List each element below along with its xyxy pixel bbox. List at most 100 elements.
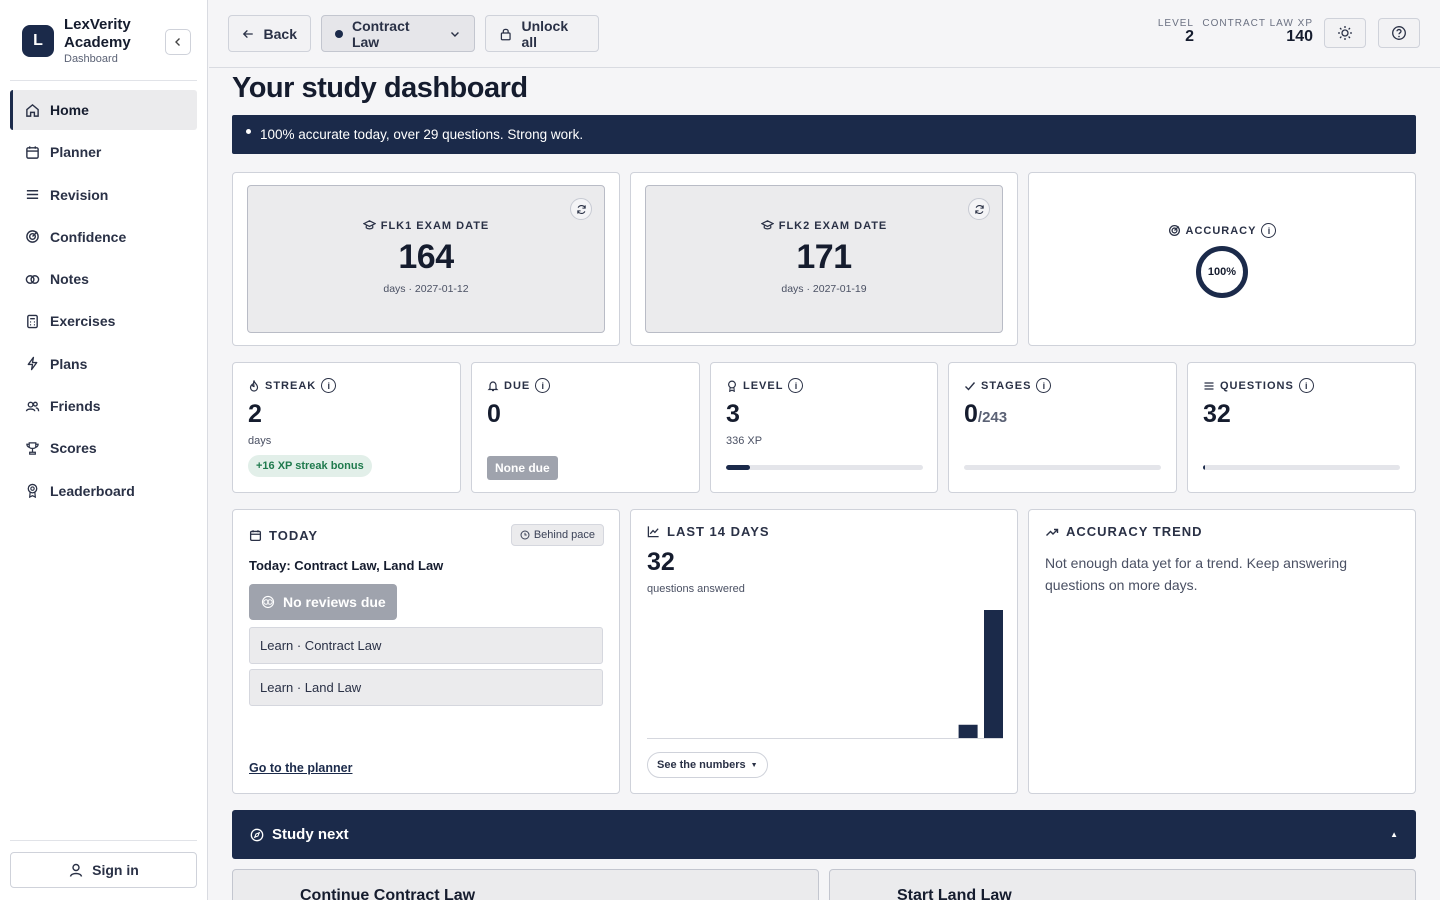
sidebar-item-label: Revision (50, 186, 109, 203)
info-icon[interactable]: i (321, 378, 337, 393)
brain-icon (24, 271, 40, 287)
stages-progress-bar (964, 465, 1161, 470)
today-title: TODAY (249, 528, 318, 543)
continue-contract-law-card[interactable]: Continue Contract Law (232, 869, 819, 900)
sidebar-item-confidence[interactable]: Confidence (10, 217, 197, 257)
see-the-numbers-label: See the numbers (657, 759, 746, 771)
banner-text: 100% accurate today, over 29 questions. … (260, 127, 584, 142)
flk2-days-value: 171 (796, 238, 852, 276)
accuracy-value: 100% (1207, 266, 1237, 278)
sidebar-item-label: Confidence (50, 228, 127, 245)
brand-logo: L (22, 25, 54, 57)
sidebar-item-friends[interactable]: Friends (10, 386, 197, 426)
sidebar-item-label: Friends (50, 398, 101, 415)
unlock-all-button[interactable]: Unlock all (485, 15, 599, 52)
status-banner: 100% accurate today, over 29 questions. … (232, 115, 1416, 154)
questions-answered-value: 32 (647, 548, 675, 576)
accuracy-label: ACCURACY i (1029, 223, 1415, 238)
info-icon[interactable]: i (535, 378, 551, 393)
task-item[interactable]: Learn · Contract Law (249, 627, 603, 664)
study-next-header[interactable]: Study next ▲ (232, 810, 1416, 859)
sidebar-item-notes[interactable]: Notes (10, 259, 197, 299)
accuracy-trend-card: ACCURACY TREND Not enough data yet for a… (1028, 509, 1416, 794)
streak-label-text: STREAK (265, 379, 317, 392)
refresh-button[interactable] (570, 198, 592, 220)
theme-toggle-button[interactable] (1324, 18, 1366, 48)
task-item[interactable]: Learn · Land Law (249, 669, 603, 706)
info-icon[interactable]: i (1036, 378, 1052, 393)
sign-in-button[interactable]: Sign in (10, 852, 197, 888)
go-to-planner-link[interactable]: Go to the planner (249, 761, 352, 775)
info-icon[interactable]: i (1298, 378, 1314, 393)
due-label-text: DUE (504, 379, 531, 392)
streak-unit: days (248, 435, 272, 447)
collapse-sidebar-button[interactable] (165, 29, 191, 55)
brand-subtitle: Dashboard (64, 53, 118, 65)
info-icon[interactable]: i (788, 378, 804, 393)
questions-value: 32 (1203, 400, 1231, 428)
info-icon[interactable]: i (1261, 223, 1277, 238)
last-14-days-title: LAST 14 DAYS (647, 524, 770, 539)
chart-bar (984, 610, 1003, 738)
sidebar-item-label: Exercises (50, 313, 116, 330)
accuracy-ring: 100% (1196, 246, 1248, 298)
last-14-days-chart (647, 610, 1003, 739)
flk1-exam-card: FLK1 EXAM DATE 164 days · 2027-01-12 (232, 172, 620, 346)
caret-down-icon: ▼ (750, 761, 758, 769)
target-icon (1168, 224, 1180, 237)
subject-label: Contract Law (351, 17, 410, 50)
refresh-button[interactable] (968, 198, 990, 220)
sidebar-item-label: Notes (50, 271, 89, 288)
sun-icon (1338, 26, 1352, 40)
due-label: DUE i (487, 378, 551, 393)
sidebar-item-home[interactable]: Home (10, 90, 197, 130)
arrow-left-icon (242, 29, 253, 38)
chart-bar (958, 724, 978, 738)
flk2-exam-panel: FLK2 EXAM DATE 171 days · 2027-01-19 (645, 185, 1003, 333)
calendar-icon (24, 144, 40, 160)
flk1-days-value: 164 (398, 238, 454, 276)
sidebar-item-label: Planner (50, 144, 102, 161)
pace-badge: Behind pace (510, 524, 604, 546)
level-xp: 336 XP (726, 435, 763, 447)
sidebar-item-label: Scores (50, 440, 97, 457)
refresh-icon (974, 204, 984, 214)
questions-label: QUESTIONS i (1203, 378, 1314, 393)
caret-up-icon: ▲ (1390, 830, 1398, 839)
refresh-icon (576, 204, 586, 214)
sidebar-item-leaderboard[interactable]: Leaderboard (10, 471, 197, 511)
sidebar-item-scores[interactable]: Scores (10, 428, 197, 468)
see-the-numbers-button[interactable]: See the numbers ▼ (647, 752, 768, 778)
brand-name: LexVerity Academy (64, 16, 131, 51)
banner-dot (246, 129, 251, 134)
award-icon (728, 380, 736, 392)
brain-icon (261, 595, 275, 609)
level-progress-fill (726, 465, 750, 470)
list-icon (24, 187, 40, 203)
flk1-exam-label-text: FLK1 EXAM DATE (380, 219, 490, 232)
streak-value: 2 (248, 400, 262, 428)
sidebar-item-plans[interactable]: Plans (10, 344, 197, 384)
bell-icon (487, 380, 499, 391)
last-14-days-title-text: LAST 14 DAYS (667, 524, 770, 539)
back-button[interactable]: Back (228, 15, 311, 52)
no-reviews-button[interactable]: No reviews due (249, 584, 397, 620)
unlock-all-label: Unlock all (521, 17, 569, 50)
help-button[interactable] (1378, 18, 1420, 48)
compass-icon (250, 828, 264, 841)
flk2-exam-card: FLK2 EXAM DATE 171 days · 2027-01-19 (630, 172, 1018, 346)
help-icon (1392, 26, 1406, 40)
back-label: Back (263, 25, 297, 42)
start-land-law-card[interactable]: Start Land Law (829, 869, 1416, 900)
flk2-exam-label: FLK2 EXAM DATE (646, 219, 1002, 232)
sidebar-item-revision[interactable]: Revision (10, 175, 197, 215)
sidebar-item-planner[interactable]: Planner (10, 132, 197, 172)
subject-select[interactable]: Contract Law (321, 15, 475, 52)
sidebar-item-exercises[interactable]: Exercises (10, 301, 197, 341)
list-icon (1204, 381, 1214, 390)
sidebar-item-label: Home (50, 102, 89, 118)
today-subjects: Today: Contract Law, Land Law (249, 558, 444, 573)
line-chart-icon (647, 526, 659, 538)
due-value: 0 (487, 400, 501, 428)
stages-card: STAGES i 0/243 (948, 362, 1177, 493)
